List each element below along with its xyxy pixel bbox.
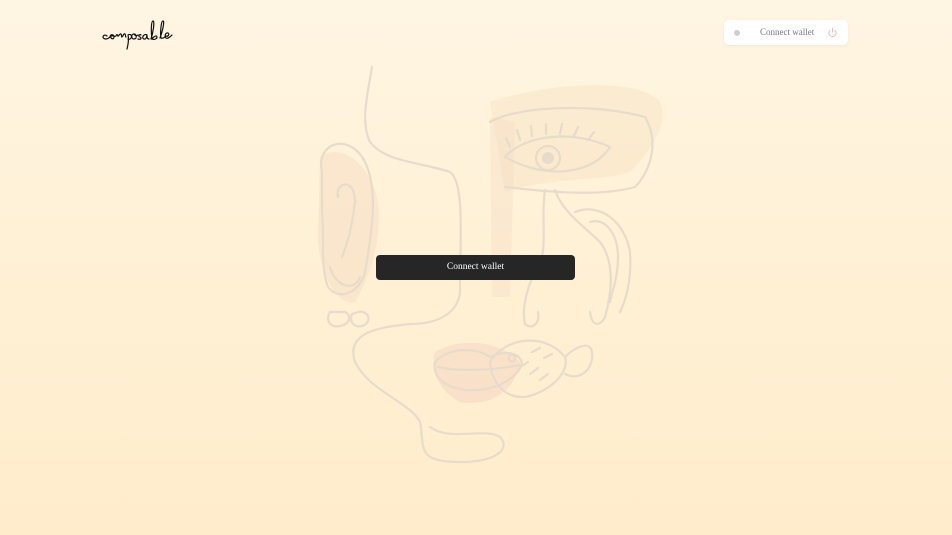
composable-logo-icon	[102, 20, 173, 50]
status-dot-icon	[734, 30, 740, 36]
wallet-pill-label: Connect wallet	[760, 27, 815, 37]
power-icon[interactable]	[827, 27, 838, 38]
composable-logo[interactable]	[101, 14, 205, 52]
connect-wallet-button[interactable]: Connect wallet	[376, 255, 575, 280]
wallet-connect-pill[interactable]: Connect wallet	[724, 20, 848, 45]
